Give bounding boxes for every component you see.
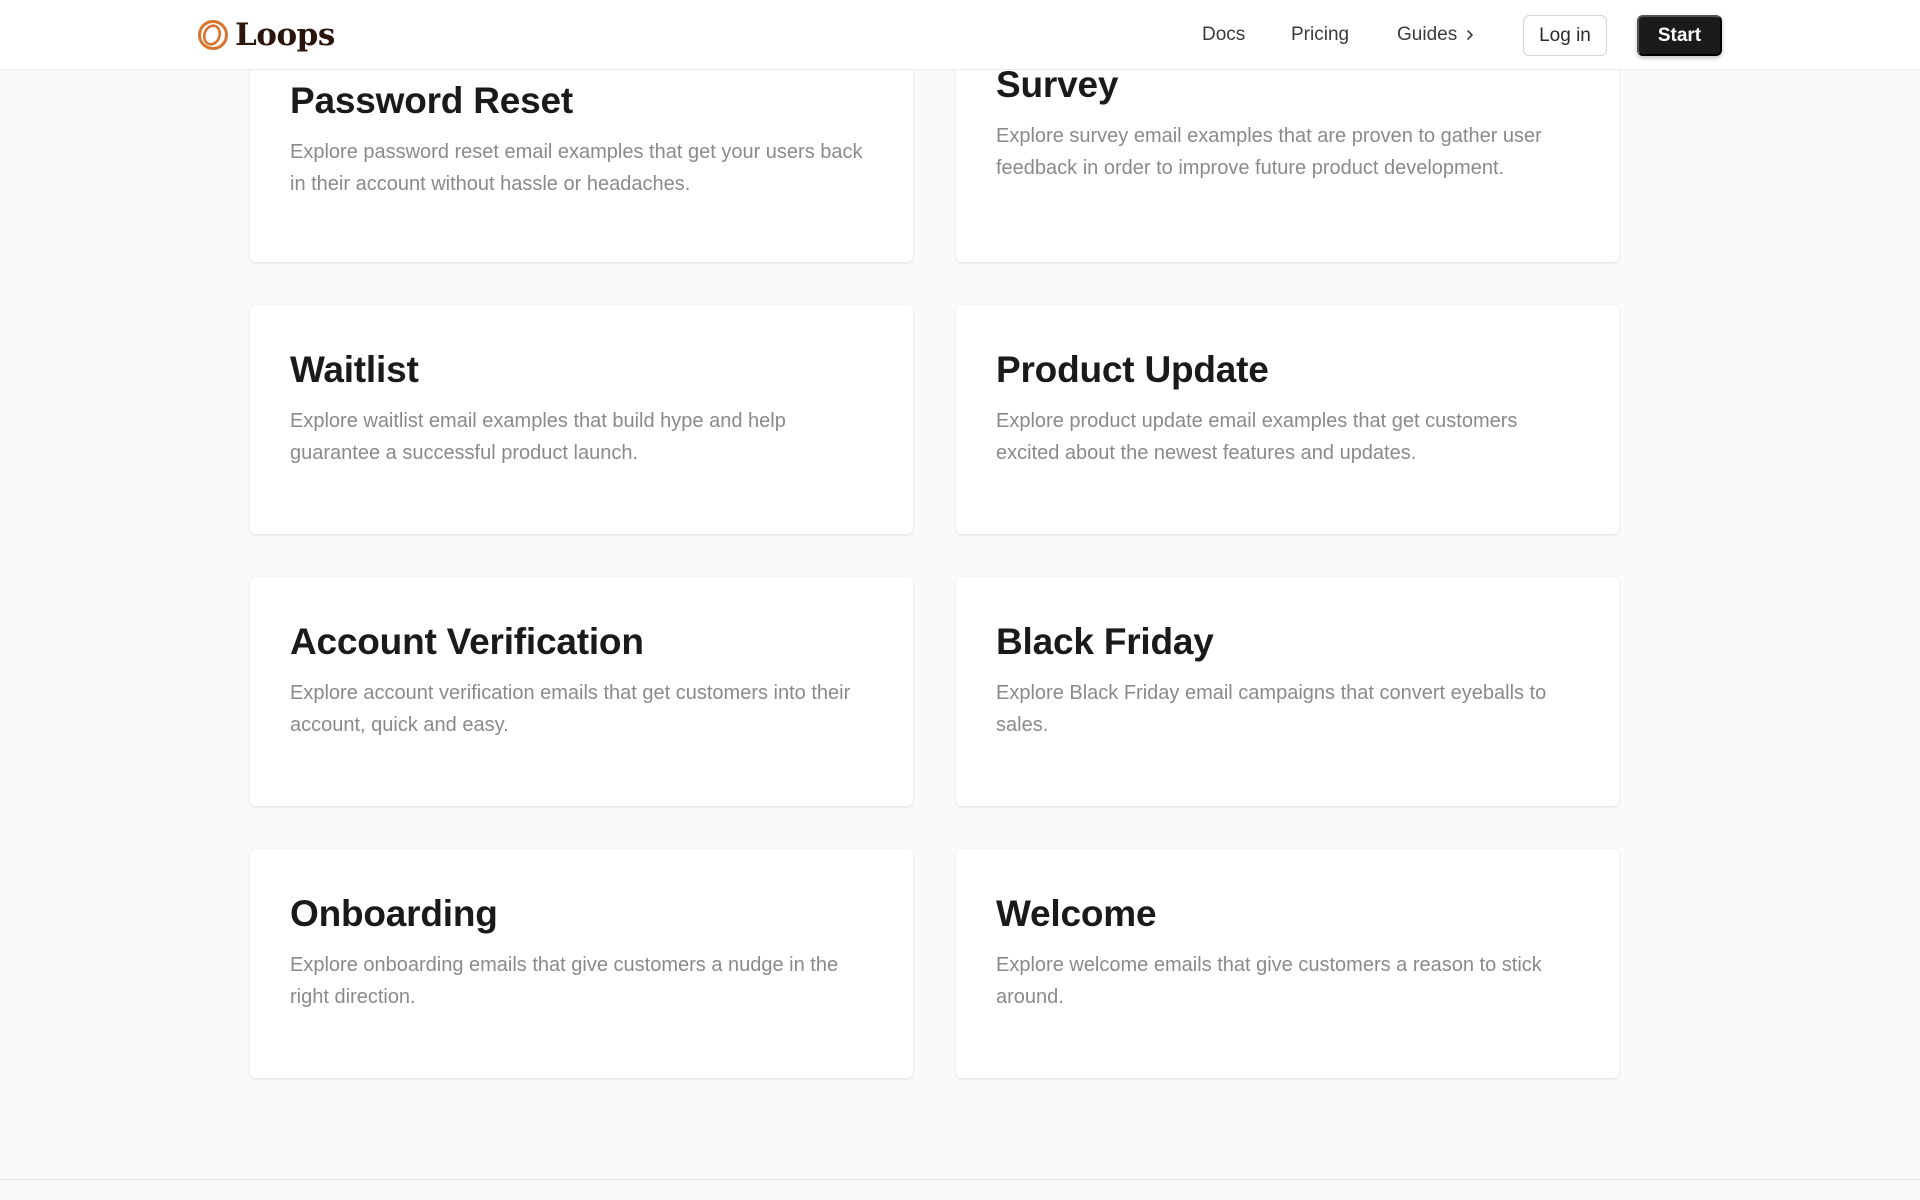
card-description: Explore product update email examples th… [996, 410, 1518, 464]
card-description: Explore welcome emails that give custome… [996, 954, 1542, 1008]
card-black-friday[interactable]: Black Friday Explore Black Friday email … [956, 577, 1619, 806]
card-description: Explore survey email examples that are p… [996, 125, 1542, 179]
card-product-update[interactable]: Product Update Explore product update em… [956, 305, 1619, 534]
card-title: Waitlist [290, 349, 419, 390]
nav-pricing-link[interactable]: Pricing [1291, 22, 1349, 48]
card-onboarding[interactable]: Onboarding Explore onboarding emails tha… [250, 849, 913, 1078]
site-header: Loops Docs Pricing Guides Log in Start [0, 0, 1920, 70]
card-description: Explore account verification emails that… [290, 682, 851, 736]
login-button[interactable]: Log in [1523, 15, 1607, 56]
card-title: Welcome [996, 893, 1157, 934]
card-title: Onboarding [290, 893, 498, 934]
card-description: Explore Black Friday email campaigns tha… [996, 682, 1547, 736]
card-account-verification[interactable]: Account Verification Explore account ver… [250, 577, 913, 806]
card-title: Account Verification [290, 621, 644, 662]
footer-divider [0, 1179, 1920, 1180]
card-waitlist[interactable]: Waitlist Explore waitlist email examples… [250, 305, 913, 534]
card-description: Explore waitlist email examples that bui… [290, 410, 786, 464]
loops-logo-icon [198, 20, 228, 50]
card-title: Black Friday [996, 621, 1214, 662]
card-password-reset[interactable]: Password Reset Explore password reset em… [250, 40, 913, 262]
card-description: Explore password reset email examples th… [290, 141, 863, 195]
card-welcome[interactable]: Welcome Explore welcome emails that give… [956, 849, 1619, 1078]
logo-wordmark: Loops [235, 17, 335, 53]
start-button[interactable]: Start [1637, 15, 1722, 56]
card-title: Password Reset [290, 80, 574, 121]
card-description: Explore onboarding emails that give cust… [290, 954, 839, 1008]
nav-guides-link[interactable]: Guides [1397, 22, 1477, 48]
nav-docs-link[interactable]: Docs [1202, 22, 1245, 48]
card-title: Product Update [996, 349, 1269, 390]
chevron-right-icon [1467, 30, 1474, 40]
card-survey[interactable]: Survey Explore survey email examples tha… [956, 40, 1619, 262]
nav-guides-label: Guides [1397, 24, 1458, 45]
loops-logo-link[interactable]: Loops [197, 17, 335, 53]
